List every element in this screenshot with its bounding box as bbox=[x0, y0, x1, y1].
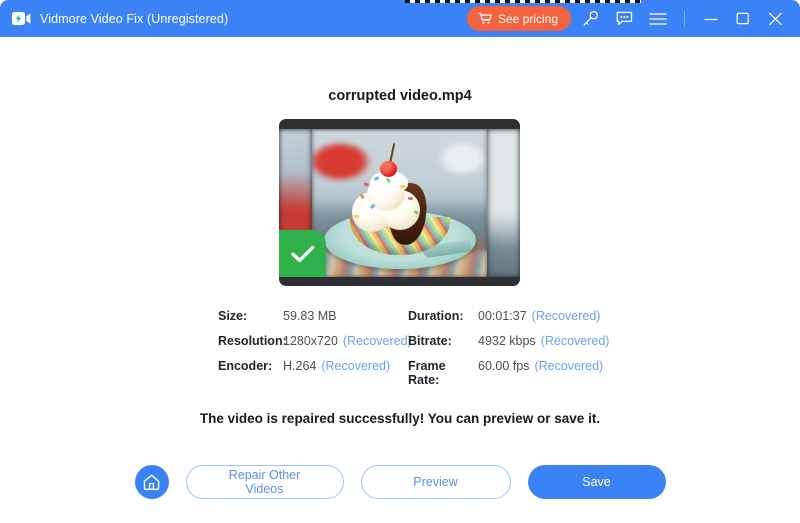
minimize-icon[interactable] bbox=[696, 6, 726, 32]
recovered-tag: (Recovered) bbox=[321, 359, 391, 373]
recovered-tag: (Recovered) bbox=[534, 359, 604, 373]
metadata-table: Size: 59.83 MB Duration: 00:01:37 (Recov… bbox=[218, 309, 618, 387]
footer-actions: Repair Other Videos Preview Save bbox=[0, 457, 800, 507]
repair-other-videos-button[interactable]: Repair Other Videos bbox=[185, 465, 344, 499]
metadata-cell-frame-rate: Frame Rate: 60.00 fps (Recovered) bbox=[408, 359, 618, 387]
save-button[interactable]: Save bbox=[527, 465, 666, 499]
metadata-value: 1280x720 bbox=[283, 334, 338, 348]
close-icon[interactable] bbox=[760, 6, 790, 32]
status-message: The video is repaired successfully! You … bbox=[199, 411, 601, 426]
metadata-value: 00:01:37 bbox=[478, 309, 527, 323]
metadata-label: Bitrate: bbox=[408, 334, 452, 348]
video-frame bbox=[279, 129, 520, 277]
metadata-label: Frame Rate: bbox=[408, 359, 446, 387]
file-name-title: corrupted video.mp4 bbox=[328, 88, 472, 104]
metadata-label: Size: bbox=[218, 309, 248, 323]
see-pricing-button[interactable]: See pricing bbox=[466, 6, 571, 31]
metadata-row: Resolution: 1280x720 (Recovered) Bitrate… bbox=[218, 334, 618, 359]
app-window: Vidmore Video Fix (Unregistered) See pri… bbox=[0, 0, 800, 523]
shopping-cart-icon bbox=[478, 12, 492, 25]
hamburger-menu-icon[interactable] bbox=[643, 6, 673, 32]
metadata-value: 4932 kbps bbox=[478, 334, 536, 348]
thumbnail-right-band bbox=[487, 129, 520, 277]
metadata-value: 59.83 MB bbox=[283, 309, 337, 323]
success-badge bbox=[279, 230, 326, 277]
metadata-value: H.264 bbox=[283, 359, 317, 373]
home-button[interactable] bbox=[134, 465, 169, 499]
window-title: Vidmore Video Fix (Unregistered) bbox=[40, 11, 229, 26]
metadata-cell-bitrate: Bitrate: 4932 kbps (Recovered) bbox=[408, 334, 618, 348]
metadata-label: Duration: bbox=[408, 309, 464, 323]
metadata-cell-size: Size: 59.83 MB bbox=[218, 309, 408, 323]
titlebar-divider bbox=[684, 10, 685, 27]
recovered-tag: (Recovered) bbox=[531, 309, 601, 323]
selection-marquee bbox=[405, 0, 641, 3]
main-content: corrupted video.mp4 Size: 59.83 MB Durat… bbox=[0, 37, 800, 523]
feedback-bubble-icon[interactable] bbox=[609, 6, 639, 32]
key-icon[interactable] bbox=[575, 6, 605, 32]
metadata-label: Encoder: bbox=[218, 359, 273, 373]
metadata-value: 60.00 fps bbox=[478, 359, 530, 373]
metadata-cell-duration: Duration: 00:01:37 (Recovered) bbox=[408, 309, 618, 323]
metadata-row: Size: 59.83 MB Duration: 00:01:37 (Recov… bbox=[218, 309, 618, 334]
maximize-icon[interactable] bbox=[728, 6, 758, 32]
check-mark-icon bbox=[290, 244, 316, 264]
see-pricing-label: See pricing bbox=[497, 11, 558, 26]
metadata-label: Resolution: bbox=[218, 334, 287, 348]
title-bar: Vidmore Video Fix (Unregistered) See pri… bbox=[0, 0, 800, 37]
sundae-photo bbox=[312, 129, 487, 277]
recovered-tag: (Recovered) bbox=[540, 334, 610, 348]
preview-button[interactable]: Preview bbox=[360, 465, 511, 499]
recovered-tag: (Recovered) bbox=[342, 334, 412, 348]
metadata-cell-resolution: Resolution: 1280x720 (Recovered) bbox=[218, 334, 412, 348]
home-icon bbox=[142, 473, 161, 491]
video-thumbnail[interactable] bbox=[279, 119, 520, 286]
metadata-cell-encoder: Encoder: H.264 (Recovered) bbox=[218, 359, 408, 373]
video-camera-icon bbox=[12, 11, 31, 26]
metadata-row: Encoder: H.264 (Recovered) Frame Rate: 6… bbox=[218, 359, 618, 387]
